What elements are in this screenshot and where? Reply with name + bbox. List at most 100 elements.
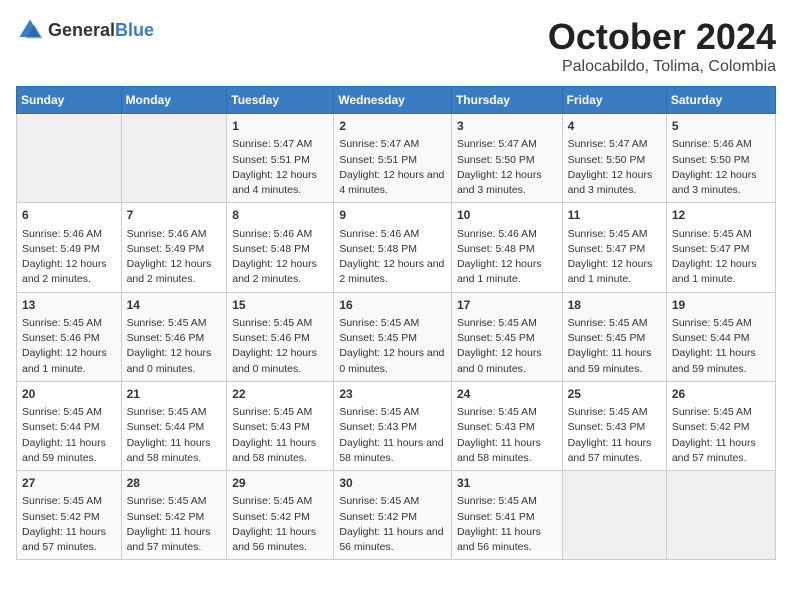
day-info-line: Daylight: 12 hours and 3 minutes. (457, 168, 557, 198)
day-info-line: Daylight: 12 hours and 0 minutes. (232, 346, 328, 376)
calendar-cell (121, 114, 227, 203)
day-info-line: Daylight: 11 hours and 56 minutes. (232, 525, 328, 555)
day-info-line: Daylight: 12 hours and 0 minutes. (127, 346, 222, 376)
day-info-line: Sunset: 5:46 PM (22, 331, 116, 346)
day-info-line: Sunrise: 5:45 AM (339, 494, 446, 509)
calendar-cell: 4Sunrise: 5:47 AMSunset: 5:50 PMDaylight… (562, 114, 666, 203)
day-number: 23 (339, 386, 446, 403)
calendar-cell: 15Sunrise: 5:45 AMSunset: 5:46 PMDayligh… (227, 292, 334, 381)
day-info-line: Daylight: 11 hours and 57 minutes. (672, 436, 770, 466)
day-info-line: Sunrise: 5:46 AM (672, 137, 770, 152)
header-thursday: Thursday (451, 87, 562, 114)
day-info-line: Sunset: 5:41 PM (457, 510, 557, 525)
day-number: 12 (672, 207, 770, 224)
day-info-line: Sunrise: 5:46 AM (232, 227, 328, 242)
day-info-line: Daylight: 11 hours and 58 minutes. (457, 436, 557, 466)
day-info-line: Sunset: 5:46 PM (232, 331, 328, 346)
day-number: 29 (232, 475, 328, 492)
header-sunday: Sunday (17, 87, 122, 114)
day-info-line: Sunset: 5:51 PM (232, 153, 328, 168)
calendar-week-row: 27Sunrise: 5:45 AMSunset: 5:42 PMDayligh… (17, 471, 776, 560)
calendar-week-row: 1Sunrise: 5:47 AMSunset: 5:51 PMDaylight… (17, 114, 776, 203)
day-number: 21 (127, 386, 222, 403)
day-info-line: Sunrise: 5:45 AM (127, 405, 222, 420)
title-section: October 2024 Palocabildo, Tolima, Colomb… (548, 16, 776, 76)
calendar-cell: 6Sunrise: 5:46 AMSunset: 5:49 PMDaylight… (17, 203, 122, 292)
day-info-line: Sunrise: 5:45 AM (22, 405, 116, 420)
calendar-cell: 10Sunrise: 5:46 AMSunset: 5:48 PMDayligh… (451, 203, 562, 292)
calendar-cell: 2Sunrise: 5:47 AMSunset: 5:51 PMDaylight… (334, 114, 452, 203)
calendar-cell: 20Sunrise: 5:45 AMSunset: 5:44 PMDayligh… (17, 381, 122, 470)
day-info-line: Sunset: 5:45 PM (339, 331, 446, 346)
day-number: 15 (232, 297, 328, 314)
calendar-cell: 24Sunrise: 5:45 AMSunset: 5:43 PMDayligh… (451, 381, 562, 470)
day-info-line: Sunset: 5:44 PM (672, 331, 770, 346)
day-info-line: Sunrise: 5:45 AM (568, 227, 661, 242)
calendar-cell: 22Sunrise: 5:45 AMSunset: 5:43 PMDayligh… (227, 381, 334, 470)
day-number: 18 (568, 297, 661, 314)
header-friday: Friday (562, 87, 666, 114)
header-saturday: Saturday (666, 87, 775, 114)
calendar-cell: 8 Sunrise: 5:46 AMSunset: 5:48 PMDaylight… (227, 203, 334, 292)
calendar-cell: 1Sunrise: 5:47 AMSunset: 5:51 PMDaylight… (227, 114, 334, 203)
day-info-line: Sunset: 5:42 PM (339, 510, 446, 525)
day-info-line: Sunset: 5:45 PM (457, 331, 557, 346)
logo: GeneralBlue (16, 16, 154, 44)
day-info-line: Daylight: 12 hours and 1 minute. (457, 257, 557, 287)
day-info-line: Sunrise: 5:45 AM (457, 316, 557, 331)
calendar-cell: 18Sunrise: 5:45 AMSunset: 5:45 PMDayligh… (562, 292, 666, 381)
day-info-line: Daylight: 12 hours and 1 minute. (568, 257, 661, 287)
day-info-line: Daylight: 11 hours and 58 minutes. (339, 436, 446, 466)
day-info-line: Daylight: 12 hours and 4 minutes. (339, 168, 446, 198)
day-info-line: Sunrise: 5:47 AM (457, 137, 557, 152)
calendar-cell: 28Sunrise: 5:45 AMSunset: 5:42 PMDayligh… (121, 471, 227, 560)
day-info-line: Sunset: 5:43 PM (457, 420, 557, 435)
day-info-line: Sunset: 5:48 PM (339, 242, 446, 257)
day-info-line: Daylight: 12 hours and 3 minutes. (568, 168, 661, 198)
calendar-cell: 7Sunrise: 5:46 AMSunset: 5:49 PMDaylight… (121, 203, 227, 292)
calendar-table: SundayMondayTuesdayWednesdayThursdayFrid… (16, 86, 776, 560)
day-number: 6 (22, 207, 116, 224)
day-info-line: Sunrise: 5:46 AM (22, 227, 116, 242)
day-number: 24 (457, 386, 557, 403)
day-info-line: Daylight: 12 hours and 4 minutes. (232, 168, 328, 198)
day-number: 19 (672, 297, 770, 314)
day-info-line: Sunset: 5:44 PM (22, 420, 116, 435)
day-info-line: Daylight: 11 hours and 57 minutes. (568, 436, 661, 466)
calendar-cell: 19Sunrise: 5:45 AMSunset: 5:44 PMDayligh… (666, 292, 775, 381)
calendar-cell: 5Sunrise: 5:46 AMSunset: 5:50 PMDaylight… (666, 114, 775, 203)
day-info-line: Daylight: 12 hours and 2 minutes. (232, 257, 328, 287)
day-info-line: Sunset: 5:44 PM (127, 420, 222, 435)
calendar-cell: 25Sunrise: 5:45 AMSunset: 5:43 PMDayligh… (562, 381, 666, 470)
day-number: 10 (457, 207, 557, 224)
day-number: 26 (672, 386, 770, 403)
calendar-cell: 27Sunrise: 5:45 AMSunset: 5:42 PMDayligh… (17, 471, 122, 560)
day-info-line: Sunrise: 5:45 AM (568, 316, 661, 331)
day-number: 7 (127, 207, 222, 224)
day-info-line: Sunrise: 5:45 AM (339, 316, 446, 331)
day-info-line: Sunrise: 5:45 AM (457, 494, 557, 509)
day-info-line: Sunset: 5:50 PM (457, 153, 557, 168)
day-info-line: Sunset: 5:42 PM (672, 420, 770, 435)
calendar-week-row: 20Sunrise: 5:45 AMSunset: 5:44 PMDayligh… (17, 381, 776, 470)
day-number: 22 (232, 386, 328, 403)
day-info-line: Sunset: 5:43 PM (568, 420, 661, 435)
day-number: 11 (568, 207, 661, 224)
day-info-line: Sunrise: 5:45 AM (127, 494, 222, 509)
day-number: 30 (339, 475, 446, 492)
calendar-header-row: SundayMondayTuesdayWednesdayThursdayFrid… (17, 87, 776, 114)
day-info-line: Sunrise: 5:45 AM (22, 494, 116, 509)
day-number: 27 (22, 475, 116, 492)
day-info-line: Daylight: 11 hours and 59 minutes. (672, 346, 770, 376)
day-number: 2 (339, 118, 446, 135)
day-number: 8 (232, 207, 328, 224)
header-wednesday: Wednesday (334, 87, 452, 114)
day-info-line: Sunrise: 5:45 AM (568, 405, 661, 420)
calendar-cell: 3Sunrise: 5:47 AMSunset: 5:50 PMDaylight… (451, 114, 562, 203)
day-number: 13 (22, 297, 116, 314)
day-info-line: Daylight: 12 hours and 2 minutes. (339, 257, 446, 287)
day-info-line: Sunset: 5:50 PM (568, 153, 661, 168)
day-info-line: Sunset: 5:48 PM (232, 242, 328, 257)
day-info-line: Daylight: 11 hours and 56 minutes. (339, 525, 446, 555)
day-number: 1 (232, 118, 328, 135)
